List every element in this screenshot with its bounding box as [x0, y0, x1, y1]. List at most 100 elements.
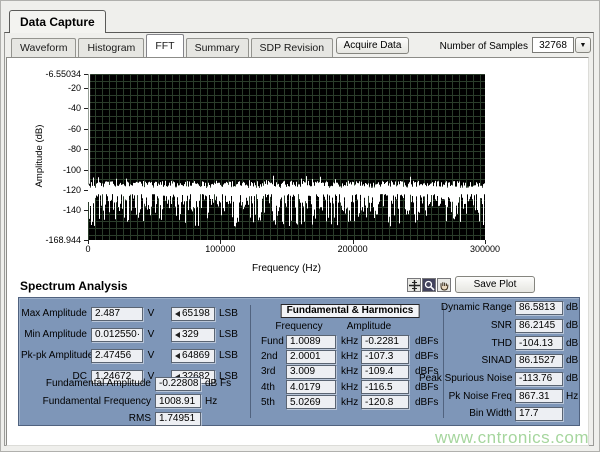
sinad-label: SINAD [419, 355, 515, 366]
row-thd: THD-104.13dB [419, 334, 579, 352]
khz-unit-label: kHz [336, 336, 361, 347]
y-tick-label: -120 [13, 185, 81, 195]
x-tick-label: 0 [58, 244, 118, 254]
row-fundamental-frequency: Fundamental Frequency1008.91Hz [21, 393, 231, 411]
plot-background [88, 74, 485, 240]
tab-summary[interactable]: Summary [186, 38, 249, 57]
3rd-label: 3rd [261, 366, 286, 377]
harmonic-row-2nd: 2nd2.0001kHz-107.3dBFs [261, 349, 438, 364]
y-tick-mark [84, 149, 88, 150]
tab-histogram[interactable]: Histogram [78, 38, 144, 57]
y-tick-label: -40 [13, 103, 81, 113]
max-amplitude-label: Max Amplitude [21, 308, 91, 319]
bin-width-value: 17.7 [515, 407, 563, 421]
5th-label: 5th [261, 397, 286, 408]
snr-label: SNR [419, 320, 515, 331]
fft-plot[interactable] [88, 74, 485, 240]
unit-label: Hz [201, 396, 217, 407]
3rd-amplitude: -109.4 [361, 365, 409, 379]
number-of-samples-label: Number of Samples [429, 41, 528, 52]
dynamic-range-value: 86.5813 [515, 301, 563, 315]
unit-label: V [143, 329, 157, 340]
tab-waveform[interactable]: Waveform [11, 38, 76, 57]
2nd-label: 2nd [261, 351, 286, 362]
2nd-frequency: 2.0001 [286, 350, 336, 364]
5th-amplitude: -120.8 [361, 395, 409, 409]
khz-unit-label: kHz [336, 397, 361, 408]
x-tick-label: 100000 [190, 244, 250, 254]
fundamental-amplitude-label: Fundamental Amplitude [21, 378, 155, 389]
pan-hand-icon[interactable] [437, 278, 451, 292]
truncated-left-icon [175, 311, 180, 317]
harmonic-row-3rd: 3rd3.009kHz-109.4dBFs [261, 364, 438, 379]
samples-dropdown-arrow-icon[interactable]: ▼ [575, 37, 591, 53]
graph-tool-palette [407, 278, 452, 292]
harmonic-row-fund: Fund1.0089kHz-0.2281dBFs [261, 334, 438, 349]
fund-label: Fund [261, 336, 286, 347]
subtabs: WaveformHistogramFFTSummarySDP Revision [11, 34, 335, 57]
y-tick-label: -60 [13, 124, 81, 134]
dynamic-range-label: Dynamic Range [419, 302, 515, 313]
peak-spurious-noise-label: Peak Spurious Noise [419, 373, 515, 384]
crosshair-icon[interactable] [407, 278, 421, 292]
spectrum-analysis-title: Spectrum Analysis [20, 279, 128, 293]
y-tick-mark [84, 129, 88, 130]
min-amplitude-value: 0.012550· [91, 328, 143, 342]
lsb-number: 64869 [182, 350, 210, 361]
peak-spurious-noise-value: -113.76 [515, 372, 563, 386]
4th-amplitude: -116.5 [361, 380, 409, 394]
x-tick-label: 200000 [323, 244, 383, 254]
fundamental-harmonics-group: Fundamental & Harmonics Frequency Amplit… [259, 302, 441, 423]
khz-unit-label: kHz [336, 382, 361, 393]
row-peak-spurious-noise: Peak Spurious Noise-113.76dB [419, 370, 579, 388]
spectrum-analysis-panel: Max Amplitude2.487V65198LSBMin Amplitude… [18, 297, 580, 426]
tab-data-capture[interactable]: Data Capture [9, 10, 106, 33]
y-tick-label: -140 [13, 205, 81, 215]
3rd-frequency: 3.009 [286, 365, 336, 379]
fundamental-rows: Fundamental Amplitude-0.22808dB Fs Fundam… [21, 375, 231, 428]
fundamental-amplitude-value: -0.22808 [155, 377, 201, 391]
y-tick-label: -20 [13, 83, 81, 93]
5th-frequency: 5.0269 [286, 395, 336, 409]
y-tick-mark [84, 108, 88, 109]
4th-label: 4th [261, 382, 286, 393]
sinad-value: 86.1527 [515, 354, 563, 368]
unit-label: dB [563, 338, 585, 349]
harmonic-row-5th: 5th5.0269kHz-120.8dBFs [261, 395, 438, 410]
y-tick-mark [84, 190, 88, 191]
harmonics-rows: Fund1.0089kHz-0.2281dBFs2nd2.0001kHz-107… [261, 334, 438, 410]
rms-label: RMS [21, 413, 155, 424]
fft-tab-page: Amplitude (dB) Frequency (Hz) [6, 57, 589, 446]
save-plot-button[interactable]: Save Plot [455, 276, 535, 293]
x-axis-label: Frequency (Hz) [88, 263, 485, 274]
number-of-samples-value[interactable]: 32768 [532, 37, 574, 53]
harmonics-title: Fundamental & Harmonics [281, 304, 420, 318]
pk-noise-freq-label: Pk Noise Freq [419, 391, 515, 402]
rms-value: 1.74951 [155, 412, 201, 426]
tab-sdp-revision[interactable]: SDP Revision [251, 38, 334, 57]
y-tick-label: -80 [13, 144, 81, 154]
data-capture-window: Data Capture WaveformHistogramFFTSummary… [0, 0, 600, 452]
x-tick-mark [220, 240, 221, 244]
acquire-data-button[interactable]: Acquire Data [336, 37, 409, 54]
lsb-number: 65198 [182, 308, 210, 319]
min-amplitude-label: Min Amplitude [21, 329, 91, 340]
truncated-left-icon [175, 332, 180, 338]
unit-label: dB Fs [201, 378, 231, 389]
row-max-amplitude: Max Amplitude2.487V65198LSB [21, 303, 238, 324]
x-tick-label: 300000 [455, 244, 515, 254]
y-tick-mark [84, 88, 88, 89]
row-snr: SNR86.2145dB [419, 317, 579, 335]
row-rms: RMS1.74951 [21, 410, 231, 428]
unit-label: Hz [563, 391, 585, 402]
fund-amplitude: -0.2281 [361, 335, 409, 349]
pk-noise-freq-value: 867.31 [515, 389, 563, 403]
x-tick-mark [353, 240, 354, 244]
lsb-number: 329 [182, 329, 199, 340]
fund-frequency: 1.0089 [286, 335, 336, 349]
unit-label: V [143, 308, 157, 319]
fundamental-frequency-label: Fundamental Frequency [21, 396, 155, 407]
tab-fft[interactable]: FFT [146, 34, 183, 57]
max-amplitude-lsb-value: 65198 [171, 307, 215, 321]
zoom-icon[interactable] [422, 278, 436, 292]
